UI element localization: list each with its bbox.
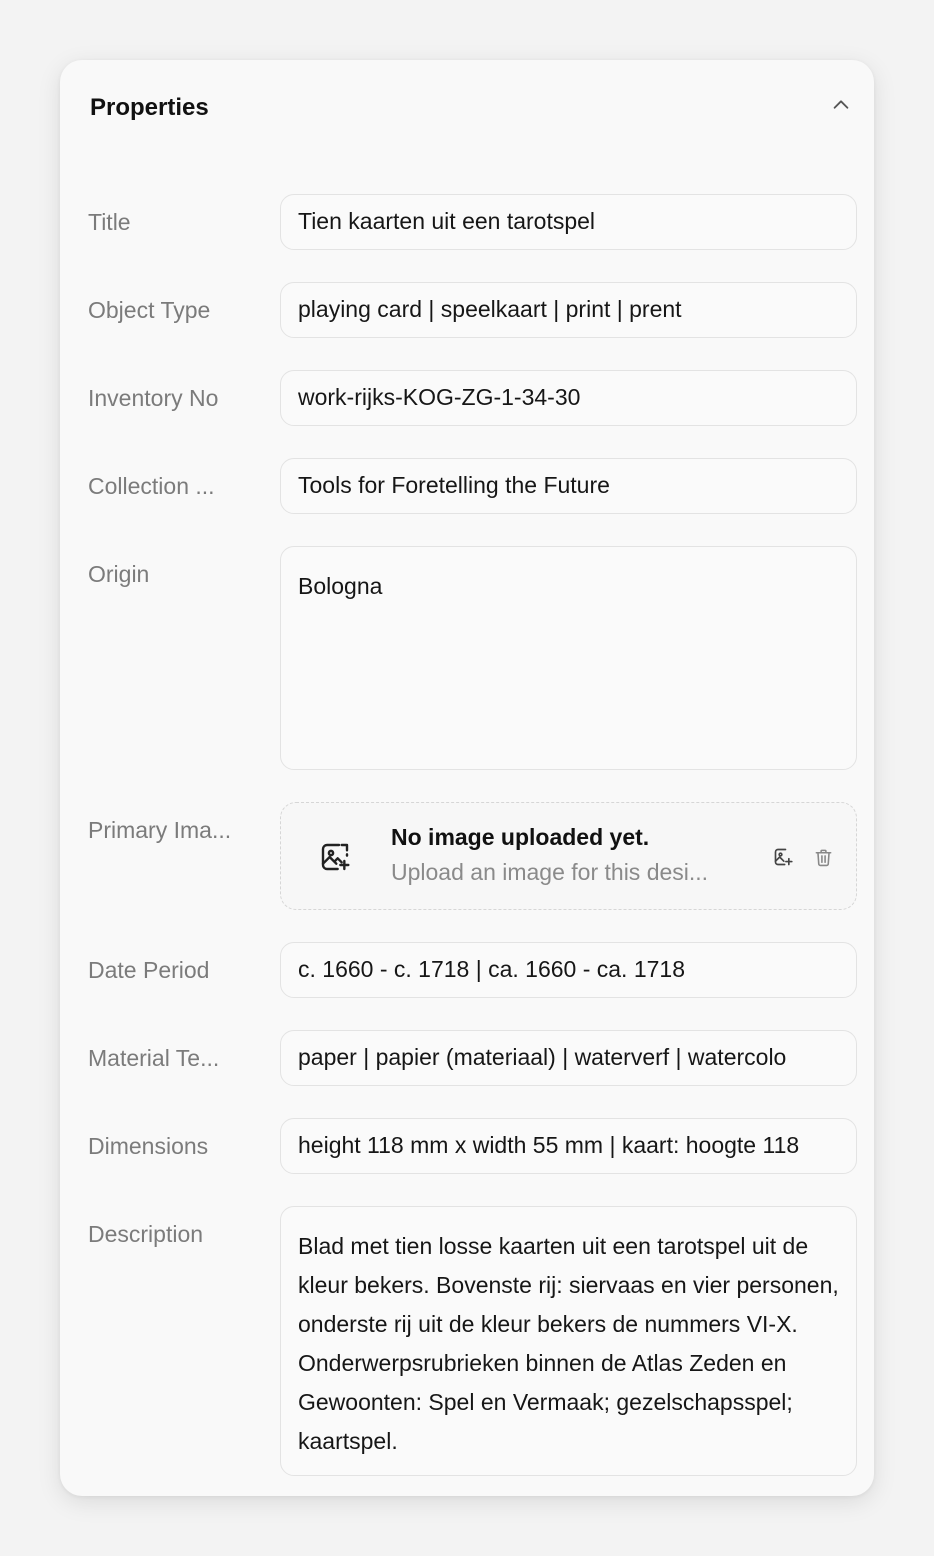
panel-header: Properties [60,60,874,156]
collection-input[interactable]: Tools for Foretelling the Future [280,458,857,514]
origin-textarea[interactable]: Bologna [280,546,857,770]
delete-image-button[interactable] [811,845,835,869]
field-label-description: Description [88,1221,204,1247]
upload-empty-title: No image uploaded yet. [391,824,650,850]
properties-panel: Properties Title Tien kaarten uit een ta… [60,60,874,1496]
collapse-button[interactable] [826,90,856,120]
inventory-no-input[interactable]: work-rijks-KOG-ZG-1-34-30 [280,370,857,426]
title-input[interactable]: Tien kaarten uit een tarotspel [280,194,857,250]
trash-icon [815,849,831,866]
field-label-inventory-no: Inventory No [88,385,219,411]
field-label-object-type: Object Type [88,297,211,323]
upload-empty-subtitle: Upload an image for this desi... [391,859,709,885]
date-period-input[interactable]: c. 1660 - c. 1718 | ca. 1660 - ca. 1718 [280,942,857,998]
field-label-material: Material Te... [88,1045,220,1071]
material-input[interactable]: paper | papier (materiaal) | waterverf |… [280,1030,857,1086]
chevron-up-icon [833,100,849,109]
panel-title: Properties [90,94,209,121]
field-label-title: Title [88,209,131,235]
image-plus-icon [774,848,793,866]
field-label-primary-image: Primary Ima... [88,817,232,843]
image-upload-dropzone[interactable]: No image uploaded yet. Upload an image f… [280,802,857,910]
object-type-input[interactable]: playing card | speelkaart | print | pren… [280,282,857,338]
dimensions-input[interactable]: height 118 mm x width 55 mm | kaart: hoo… [280,1118,857,1174]
description-textarea[interactable]: Blad met tien losse kaarten uit een taro… [280,1206,857,1476]
field-label-collection: Collection ... [88,473,215,499]
field-label-origin: Origin [88,561,150,587]
replace-image-button[interactable] [771,845,795,869]
field-label-date-period: Date Period [88,957,210,983]
field-label-dimensions: Dimensions [88,1133,209,1159]
image-plus-icon [321,843,350,871]
upload-placeholder [305,827,365,887]
